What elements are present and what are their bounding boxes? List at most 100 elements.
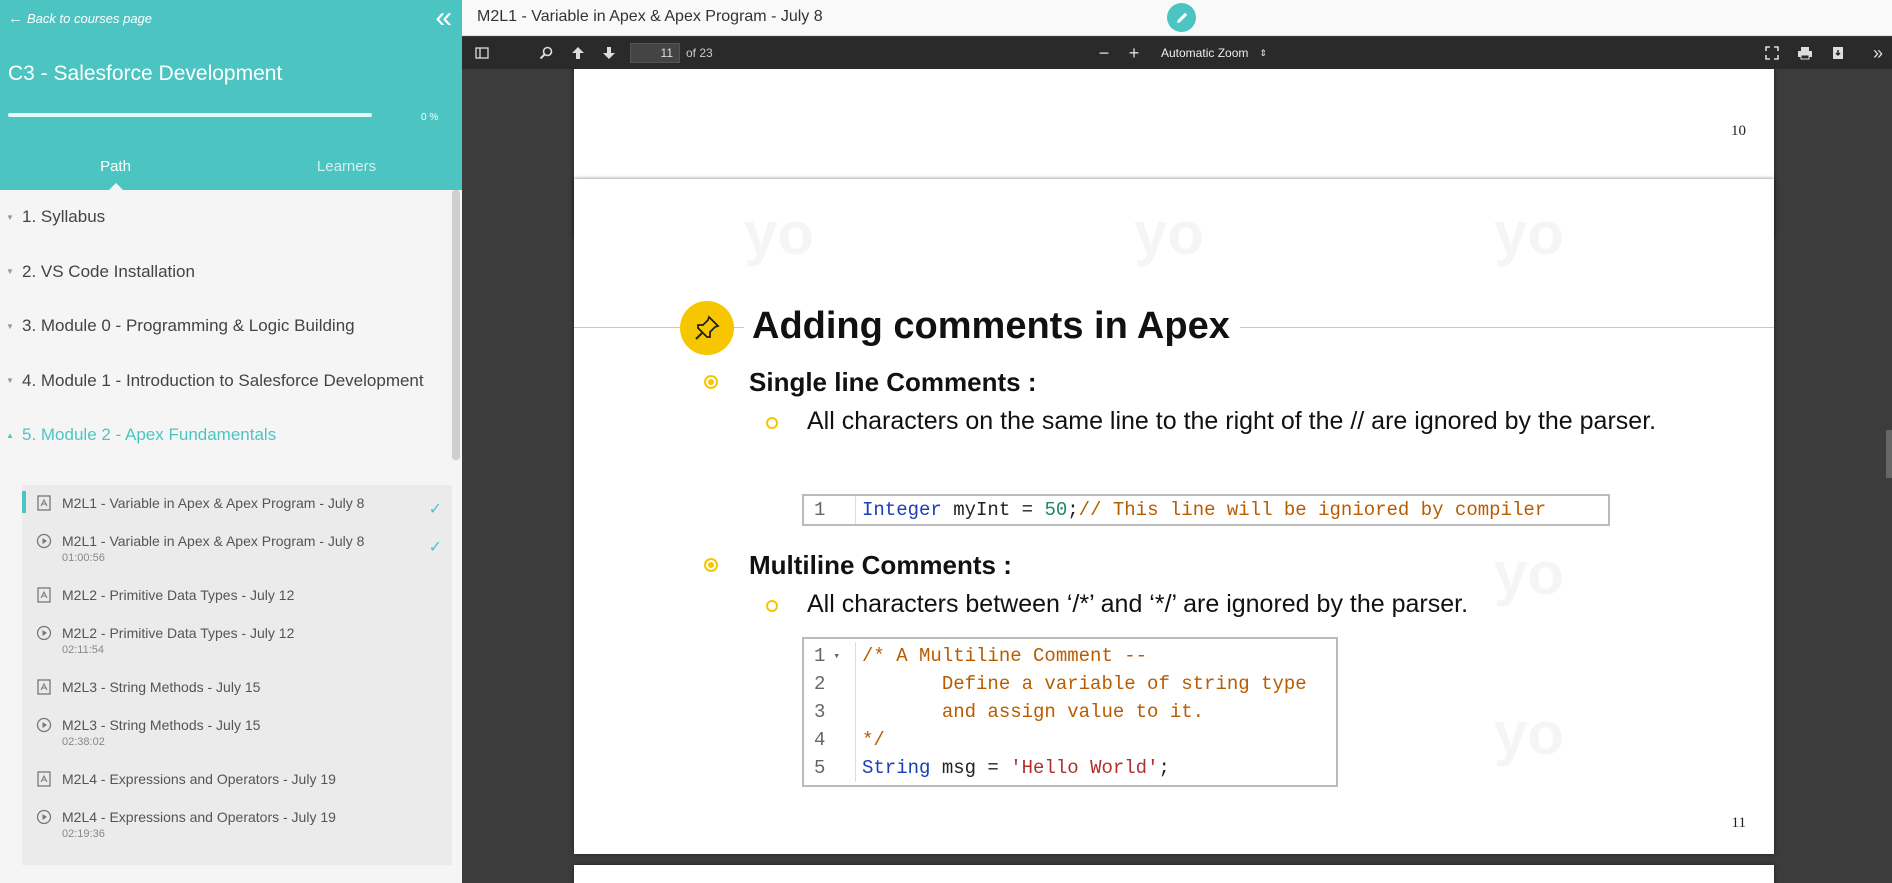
zoom-in-button[interactable]: + [1124, 43, 1144, 63]
document-header: M2L1 - Variable in Apex & Apex Program -… [462, 0, 1892, 36]
code-line-number: 2 [804, 670, 856, 698]
lesson-item[interactable]: M2L4 - Expressions and Operators - July … [22, 799, 452, 853]
module-label: 1. Syllabus [22, 207, 106, 227]
zoom-select[interactable]: Automatic Zoom ⇕ [1155, 43, 1275, 63]
code-number: 50 [1044, 499, 1068, 521]
sidebar-toggle-button[interactable] [472, 43, 492, 63]
pdf-page-next [574, 865, 1774, 883]
section-heading: Multiline Comments : [749, 550, 1012, 580]
tab-learners[interactable]: Learners [231, 150, 462, 190]
slide-title: Adding comments in Apex [744, 305, 1240, 348]
course-progress-label: 0 % [421, 112, 439, 123]
back-link-label: Back to courses page [27, 11, 153, 26]
course-title: C3 - Salesforce Development [8, 62, 283, 85]
triangle-down-icon: ▼ [6, 267, 14, 277]
lesson-item[interactable]: M2L1 - Variable in Apex & Apex Program -… [22, 485, 452, 523]
sidebar-scrollbar[interactable] [452, 190, 460, 460]
tools-menu-button[interactable]: » [1868, 43, 1888, 63]
module-item-vs-code[interactable]: ▼ 2. VS Code Installation [0, 245, 452, 300]
page-number-input[interactable] [630, 43, 680, 63]
lesson-item[interactable]: M2L3 - String Methods - July 15 02:38:02 [22, 707, 452, 761]
triangle-down-icon: ▼ [6, 376, 14, 386]
module-item-syllabus[interactable]: ▼ 1. Syllabus [0, 190, 452, 245]
print-button[interactable] [1795, 43, 1815, 63]
sidebar: ← Back to courses page « C3 - Salesforce… [0, 0, 462, 883]
page-number: 11 [1731, 815, 1746, 831]
module-label: 4. Module 1 - Introduction to Salesforce… [22, 370, 424, 390]
code-string: 'Hello World' [1010, 757, 1159, 779]
download-button[interactable] [1828, 43, 1848, 63]
lesson-duration: 02:19:36 [62, 828, 105, 840]
print-icon [1798, 47, 1812, 60]
watermark: yo [1494, 700, 1565, 767]
edit-button[interactable] [1167, 3, 1196, 32]
pdf-icon [37, 679, 51, 695]
previous-page-button[interactable] [568, 43, 588, 63]
code-text: msg = [930, 757, 1011, 779]
double-chevron-left-icon[interactable]: « [435, 3, 452, 33]
module-label: 3. Module 0 - Programming & Logic Buildi… [22, 316, 355, 336]
code-line-number: 1 [804, 496, 856, 524]
lesson-title: M2L1 - Variable in Apex & Apex Program -… [62, 495, 365, 511]
pdf-page-current: yo yo yo yo yo Adding comments in Apex S… [574, 179, 1774, 854]
lesson-title: M2L4 - Expressions and Operators - July … [62, 809, 336, 825]
search-icon [539, 46, 553, 60]
section-text: All characters between ‘/*’ and ‘*/’ are… [807, 590, 1469, 618]
pdf-viewer[interactable]: 10 yo yo yo yo yo Adding comments in Ape… [462, 69, 1892, 883]
code-line: Integer myInt = 50;// This line will be … [856, 499, 1546, 521]
module-list: ▼ 1. Syllabus ▼ 2. VS Code Installation ▼ 3… [0, 190, 452, 463]
pin-badge [680, 301, 734, 355]
sidebar-header: ← Back to courses page « C3 - Salesforce… [0, 0, 462, 190]
arrow-down-icon [603, 47, 615, 59]
sub-bullet-icon [766, 417, 778, 429]
fold-marker-icon[interactable]: ▾ [833, 649, 840, 663]
lesson-item[interactable]: M2L1 - Variable in Apex & Apex Program -… [22, 523, 452, 577]
tab-path[interactable]: Path [0, 150, 231, 190]
sub-bullet-icon [766, 600, 778, 612]
watermark: yo [1134, 200, 1205, 267]
page-count: of 23 [686, 46, 713, 60]
section-heading: Single line Comments : [749, 367, 1037, 397]
code-line-number: 1 ▾ [804, 642, 856, 670]
document-title: M2L1 - Variable in Apex & Apex Program -… [477, 8, 823, 25]
module-item-module-2[interactable]: ▲ 5. Module 2 - Apex Fundamentals [0, 408, 452, 463]
plus-icon: + [1128, 42, 1140, 63]
back-to-courses-link[interactable]: ← Back to courses page [8, 10, 152, 27]
pdf-icon [37, 587, 51, 603]
lesson-duration: 02:11:54 [62, 644, 105, 656]
lesson-item[interactable]: M2L2 - Primitive Data Types - July 12 02:… [22, 615, 452, 669]
viewer-scrollbar[interactable] [1886, 430, 1892, 478]
page-number: 10 [1731, 123, 1746, 139]
lesson-item[interactable]: M2L2 - Primitive Data Types - July 12 [22, 577, 452, 615]
triangle-down-icon: ▼ [6, 212, 14, 222]
find-button[interactable] [536, 43, 556, 63]
code-block-multiline: 1 ▾ /* A Multiline Comment -- 2 Define a … [802, 637, 1338, 787]
double-chevron-right-icon: » [1872, 42, 1883, 63]
zoom-select-value: Automatic Zoom [1161, 46, 1249, 60]
play-icon [36, 717, 52, 733]
lesson-duration: 02:38:02 [62, 736, 105, 748]
bullet-icon [704, 558, 718, 572]
lesson-item[interactable]: M2L3 - String Methods - July 15 [22, 669, 452, 707]
next-page-button[interactable] [599, 43, 619, 63]
module-label: 2. VS Code Installation [22, 261, 195, 281]
module-item-module-1[interactable]: ▼ 4. Module 1 - Introduction to Salesforc… [0, 354, 452, 409]
code-text: myInt = [941, 499, 1045, 521]
lesson-title: M2L2 - Primitive Data Types - July 12 [62, 625, 295, 641]
arrow-left-icon: ← [8, 10, 23, 27]
code-block-single-line: 1 Integer myInt = 50;// This line will b… [802, 494, 1610, 526]
zoom-out-button[interactable]: − [1094, 43, 1114, 63]
module-item-module-0[interactable]: ▼ 3. Module 0 - Programming & Logic Build… [0, 299, 452, 354]
lesson-item[interactable]: M2L4 - Expressions and Operators - July … [22, 761, 452, 799]
code-line: String msg = 'Hello World'; [856, 757, 1170, 779]
module-label: 5. Module 2 - Apex Fundamentals [22, 425, 277, 445]
code-comment: /* A Multiline Comment -- [862, 645, 1148, 667]
course-progress-bar [8, 113, 372, 117]
check-icon: ✓ [428, 539, 442, 556]
code-comment: Define a variable of string type [862, 673, 1307, 695]
code-keyword: Integer [862, 499, 942, 521]
code-text: ; [1067, 499, 1079, 521]
pushpin-icon [695, 315, 720, 340]
select-arrows-icon: ⇕ [1259, 47, 1267, 58]
presentation-mode-button[interactable] [1762, 43, 1782, 63]
